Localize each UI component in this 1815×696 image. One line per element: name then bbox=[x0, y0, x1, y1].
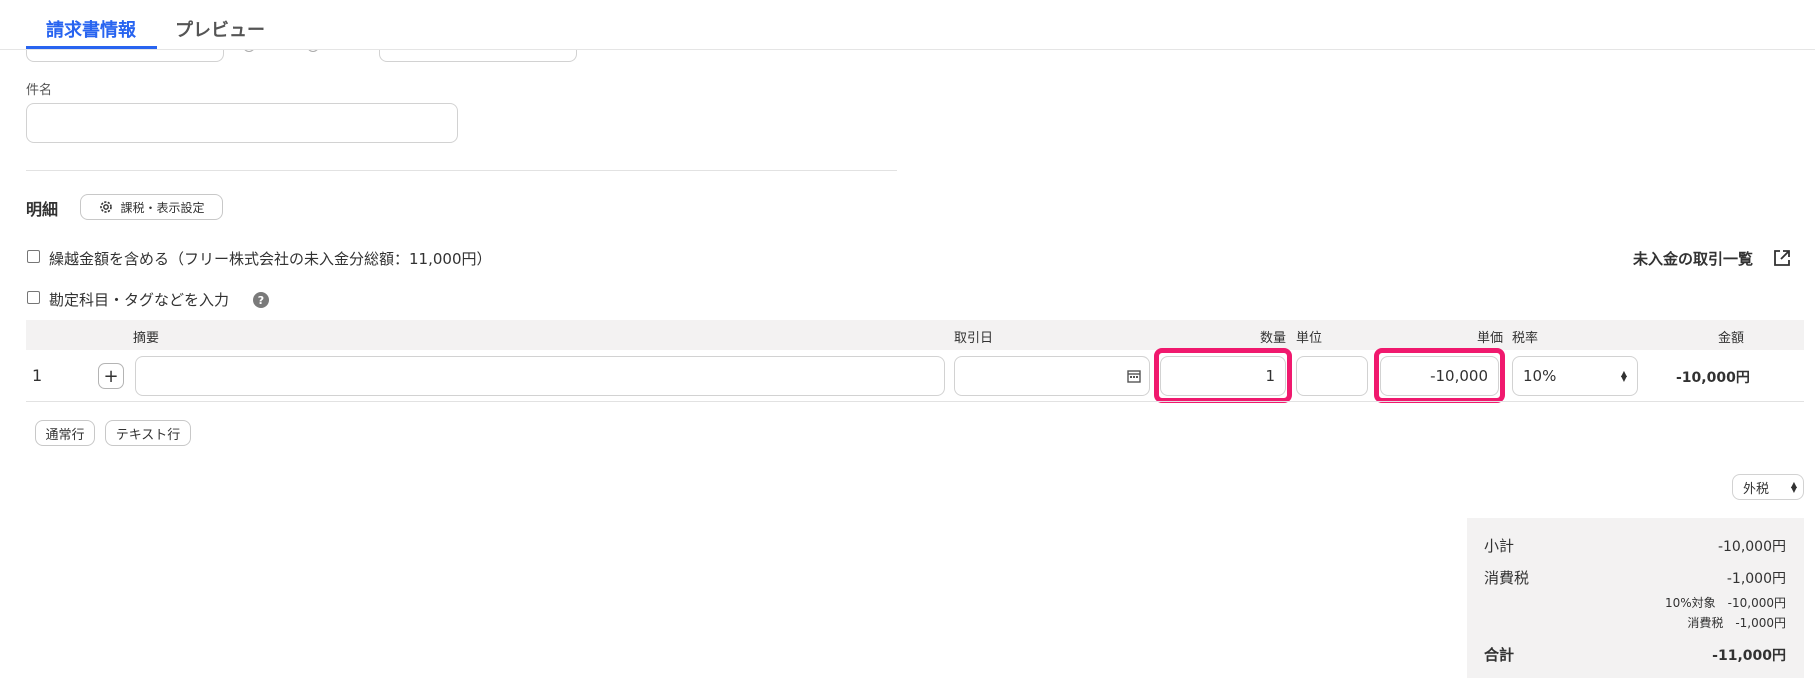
updown-arrow-icon: ▲ ▼ bbox=[1620, 369, 1627, 383]
tax-rate-select[interactable]: 10% ▲ ▼ bbox=[1512, 356, 1638, 396]
subtotal-label: 小計 bbox=[1484, 537, 1515, 555]
calendar-icon[interactable] bbox=[1127, 369, 1141, 383]
tab-preview[interactable]: プレビュー bbox=[175, 16, 265, 42]
total-value: -11,000円 bbox=[1712, 648, 1786, 664]
header-unit: 単位 bbox=[1296, 331, 1323, 346]
header-amount: 金額 bbox=[1718, 331, 1745, 346]
updown-arrow-icon: ▲ ▼ bbox=[1790, 480, 1797, 494]
add-text-row-button[interactable]: テキスト行 bbox=[105, 420, 191, 446]
add-normal-row-button[interactable]: 通常行 bbox=[35, 420, 95, 446]
subject-input[interactable] bbox=[26, 103, 458, 143]
header-date: 取引日 bbox=[954, 331, 994, 346]
header-summary: 摘要 bbox=[133, 331, 160, 346]
account-tag-checkbox[interactable] bbox=[27, 291, 40, 304]
active-tab-indicator bbox=[26, 46, 157, 49]
subtotal-value: -10,000円 bbox=[1717, 539, 1786, 555]
row-divider bbox=[26, 401, 1804, 402]
tax-breakdown-tax: 消費税 -1,000円 bbox=[1687, 616, 1786, 630]
header-tax-rate: 税率 bbox=[1512, 331, 1539, 346]
carryover-checkbox-label[interactable]: 繰越金額を含める（フリー株式会社の未入金分総額：11,000円） bbox=[49, 248, 492, 269]
tab-bar: 請求書情報 プレビュー bbox=[0, 0, 1815, 50]
unpaid-transactions-link[interactable]: 未入金の取引一覧 bbox=[1633, 248, 1753, 269]
header-unit-price: 単価 bbox=[1477, 331, 1504, 346]
gear-icon bbox=[100, 201, 113, 213]
details-title: 明細 bbox=[26, 200, 59, 219]
tax-label: 消費税 bbox=[1484, 569, 1530, 587]
section-divider bbox=[26, 170, 897, 171]
transaction-date-input[interactable] bbox=[954, 356, 1150, 396]
total-label: 合計 bbox=[1484, 646, 1515, 664]
summary-input[interactable] bbox=[135, 356, 945, 396]
account-tag-checkbox-label[interactable]: 勘定科目・タグなどを入力 bbox=[49, 289, 229, 310]
tax-display-settings-button[interactable]: 課税・表示設定 bbox=[80, 194, 223, 220]
subject-label: 件名 bbox=[26, 83, 53, 98]
header-quantity: 数量 bbox=[1260, 331, 1287, 346]
unit-price-input[interactable]: -10,000 bbox=[1380, 356, 1499, 396]
add-row-button[interactable]: + bbox=[98, 363, 124, 389]
quantity-input[interactable]: 1 bbox=[1160, 356, 1286, 396]
question-icon[interactable]: ? bbox=[253, 292, 269, 308]
settings-button-label: 課税・表示設定 bbox=[120, 200, 205, 215]
row-number: 1 bbox=[32, 366, 43, 385]
tax-value: -1,000円 bbox=[1726, 571, 1786, 587]
tab-invoice-info[interactable]: 請求書情報 bbox=[46, 16, 136, 42]
carryover-checkbox[interactable] bbox=[27, 250, 40, 263]
unit-input[interactable] bbox=[1296, 356, 1368, 396]
tax-mode-select[interactable]: 外税 ▲ ▼ bbox=[1732, 474, 1804, 500]
external-link-icon[interactable] bbox=[1773, 249, 1791, 267]
row-amount: -10,000円 bbox=[1676, 370, 1750, 386]
tax-breakdown-target: 10%対象 -10,000円 bbox=[1665, 596, 1786, 610]
